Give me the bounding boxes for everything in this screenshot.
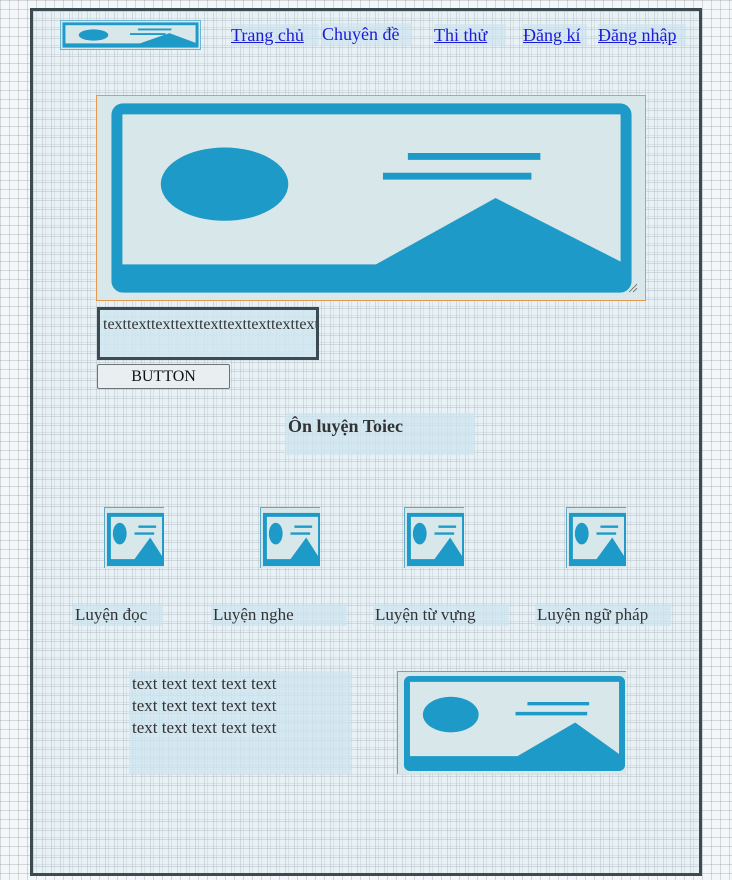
image-placeholder-icon bbox=[105, 508, 164, 568]
section-title: Ôn luyện Toiec bbox=[285, 413, 475, 455]
category-image-vocabulary[interactable] bbox=[404, 507, 464, 568]
category-image-reading[interactable] bbox=[104, 507, 164, 568]
description-line: text text text text text bbox=[132, 696, 277, 715]
image-placeholder-icon bbox=[405, 508, 464, 568]
hero-image[interactable] bbox=[96, 95, 646, 301]
category-label-reading[interactable]: Luyện đọc bbox=[73, 604, 163, 626]
text-input-area[interactable]: texttexttexttexttexttexttexttexttext bbox=[97, 307, 319, 360]
nav-link-login[interactable]: Đăng nhập bbox=[598, 24, 686, 46]
description-line: text text text text text bbox=[132, 674, 277, 693]
nav-link-practice-test[interactable]: Thi thử bbox=[434, 24, 506, 46]
image-placeholder-icon bbox=[61, 21, 200, 49]
category-image-listening[interactable] bbox=[260, 507, 320, 568]
category-label-grammar[interactable]: Luyện ngữ pháp bbox=[535, 604, 671, 626]
category-image-grammar[interactable] bbox=[566, 507, 626, 568]
image-placeholder-icon bbox=[261, 508, 320, 568]
description-line: text text text text text bbox=[132, 718, 277, 737]
primary-button[interactable]: BUTTON bbox=[97, 364, 230, 389]
nav-link-topics[interactable]: Chuyên đề bbox=[322, 23, 412, 45]
feature-image[interactable] bbox=[397, 671, 626, 774]
image-placeholder-icon bbox=[567, 508, 626, 568]
category-label-listening[interactable]: Luyện nghe bbox=[211, 604, 347, 626]
description-text: text text text text text text text text … bbox=[129, 671, 351, 774]
image-placeholder-icon bbox=[398, 672, 626, 774]
logo-image[interactable] bbox=[60, 20, 201, 50]
nav-link-home[interactable]: Trang chủ bbox=[231, 24, 319, 46]
image-placeholder-icon bbox=[97, 96, 645, 300]
category-label-vocabulary[interactable]: Luyện từ vựng bbox=[373, 604, 509, 626]
nav-link-register[interactable]: Đăng kí bbox=[523, 24, 587, 46]
